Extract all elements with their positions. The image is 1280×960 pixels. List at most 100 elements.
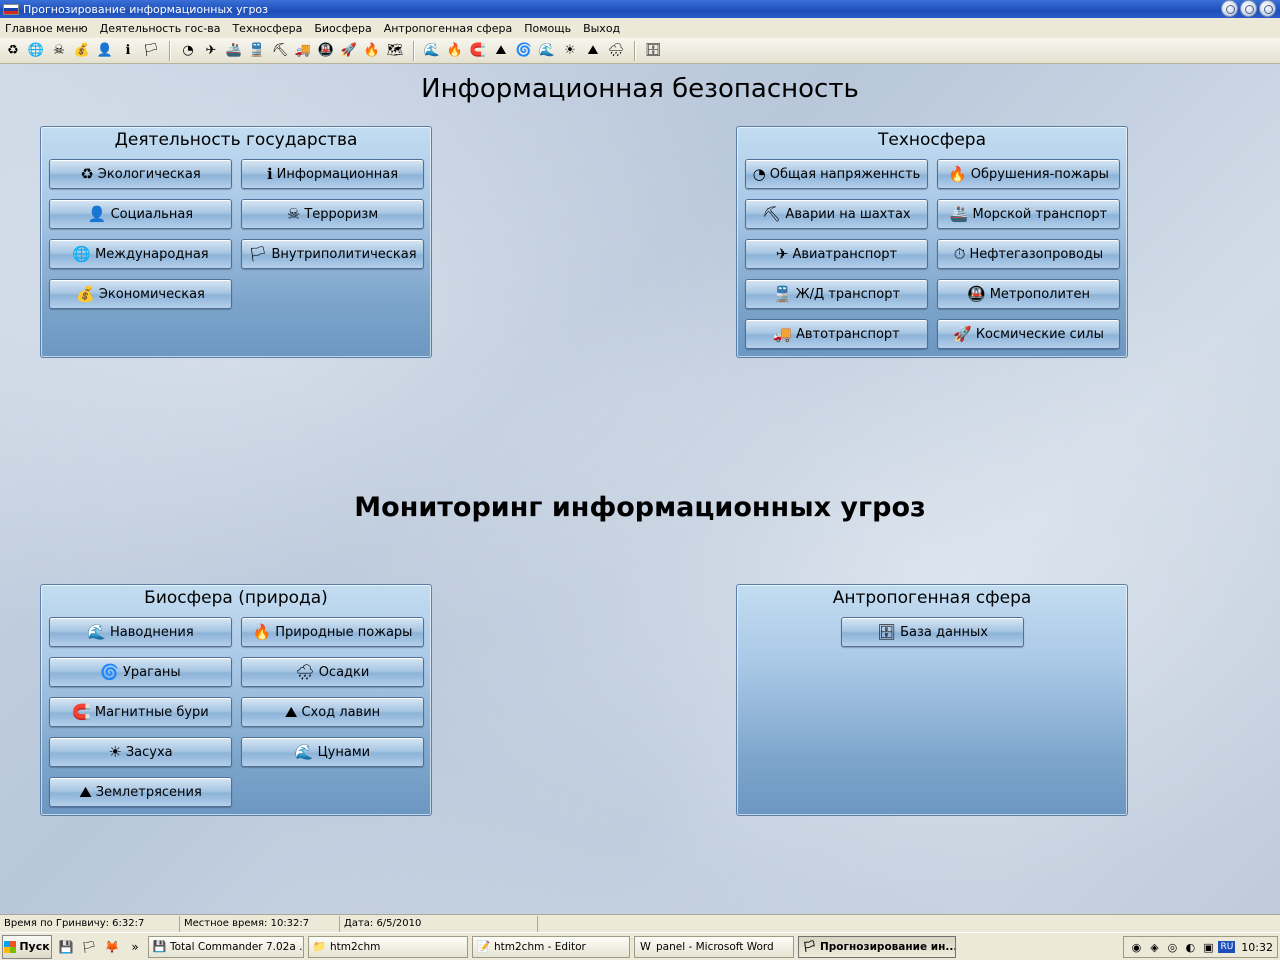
rocket-icon[interactable]: 🚀 xyxy=(339,41,359,61)
hurricane-icon[interactable]: 🌀 xyxy=(514,41,534,61)
informational-button[interactable]: ℹ Информационная xyxy=(241,159,424,189)
recycle-icon[interactable]: ♻ xyxy=(3,41,23,61)
mine-accidents-button[interactable]: ⛏ Аварии на шахтах xyxy=(745,199,928,229)
menu-exit[interactable]: Выход xyxy=(583,22,620,35)
hurricanes-button[interactable]: 🌀 Ураганы xyxy=(49,657,232,687)
terrorism-button[interactable]: ☠ Терроризм xyxy=(241,199,424,229)
volume-icon[interactable]: ◐ xyxy=(1182,939,1198,955)
monitor-icon[interactable]: ▣ xyxy=(1200,939,1216,955)
menu-biosphere[interactable]: Биосфера xyxy=(314,22,371,35)
person-icon[interactable]: 👤 xyxy=(95,41,115,61)
globe-icon[interactable]: 🌐 xyxy=(26,41,46,61)
sun-icon[interactable]: ☀ xyxy=(560,41,580,61)
button-label: Наводнения xyxy=(110,624,194,640)
language-indicator[interactable]: RU xyxy=(1218,941,1236,953)
magnetic-storms-button[interactable]: 🧲 Магнитные бури xyxy=(49,697,232,727)
tsunami-button[interactable]: 🌊 Цунами xyxy=(241,737,424,767)
flag-icon[interactable]: 🏳 xyxy=(80,938,98,956)
database-icon[interactable]: 🗄 xyxy=(643,41,663,61)
drought-button[interactable]: ☀ Засуха xyxy=(49,737,232,767)
precipitation-button[interactable]: 🌧 Осадки xyxy=(241,657,424,687)
floppy-icon[interactable]: 💾 xyxy=(57,938,75,956)
avalanches-button[interactable]: ⛰ Сход лавин xyxy=(241,697,424,727)
rail-transport-button[interactable]: 🚆 Ж/Д транспорт xyxy=(745,279,928,309)
rain-icon[interactable]: 🌧 xyxy=(606,41,626,61)
task-label: Total Commander 7.02a ... xyxy=(170,940,304,953)
chevron-right-icon[interactable]: » xyxy=(126,938,144,956)
task-forecast-app[interactable]: 🏳 Прогнозирование ин... xyxy=(798,935,956,958)
truck-icon[interactable]: 🚚 xyxy=(293,41,313,61)
magnet-icon[interactable]: 🧲 xyxy=(468,41,488,61)
database-button[interactable]: 🗄 База данных xyxy=(841,617,1024,647)
economic-button[interactable]: 💰 Экономическая xyxy=(49,279,232,309)
word-icon: W xyxy=(640,940,651,953)
task-word[interactable]: Wpanel - Microsoft Word xyxy=(634,935,794,958)
domestic-politics-button[interactable]: 🏳 Внутриполитическая xyxy=(241,239,424,269)
gauge-icon[interactable]: ◔ xyxy=(178,41,198,61)
clock: 10:32 xyxy=(1241,940,1273,954)
avalanche-icon: ⛰ xyxy=(284,702,298,721)
task-htm2chm[interactable]: 📁 htm2chm xyxy=(308,935,468,958)
ecological-button[interactable]: ♻ Экологическая xyxy=(49,159,232,189)
button-label: Внутриполитическая xyxy=(271,246,417,262)
train-icon[interactable]: 🚆 xyxy=(247,41,267,61)
social-button[interactable]: 👤 Социальная xyxy=(49,199,232,229)
forest-fire-icon: 🔥 xyxy=(252,622,272,641)
menu-anthropogenic[interactable]: Антропогенная сфера xyxy=(384,22,513,35)
gauge-icon: ◔ xyxy=(752,164,766,183)
map-icon[interactable]: 🗺 xyxy=(385,41,405,61)
space-forces-button[interactable]: 🚀 Космические силы xyxy=(937,319,1120,349)
flood-icon[interactable]: 🌊 xyxy=(422,41,442,61)
earthquakes-button[interactable]: ⛰ Землетрясения xyxy=(49,777,232,807)
terrorist-icon: ☠ xyxy=(286,204,301,223)
earthquake-icon[interactable]: ⛰ xyxy=(583,41,603,61)
hammer-icon[interactable]: ⛏ xyxy=(270,41,290,61)
button-label: Сход лавин xyxy=(301,704,381,720)
maximize-button[interactable] xyxy=(1240,0,1257,17)
minimize-button[interactable] xyxy=(1221,0,1238,17)
globe-icon: 🌐 xyxy=(72,244,92,263)
database-icon: 🗄 xyxy=(877,622,897,641)
ship-icon[interactable]: 🚢 xyxy=(224,41,244,61)
network-icon[interactable]: ◎ xyxy=(1164,939,1180,955)
info-icon[interactable]: ℹ xyxy=(118,41,138,61)
money-icon[interactable]: 💰 xyxy=(72,41,92,61)
close-button[interactable] xyxy=(1259,0,1276,17)
menu-help[interactable]: Помощь xyxy=(524,22,571,35)
international-button[interactable]: 🌐 Международная xyxy=(49,239,232,269)
road-transport-button[interactable]: 🚚 Автотранспорт xyxy=(745,319,928,349)
antivirus-icon[interactable]: ◉ xyxy=(1128,939,1144,955)
pipelines-button[interactable]: ⏱ Нефтегазопроводы xyxy=(937,239,1120,269)
clock-icon: ⏱ xyxy=(953,244,966,263)
flag-icon[interactable]: 🏳 xyxy=(141,41,161,61)
terrorist-icon[interactable]: ☠ xyxy=(49,41,69,61)
button-label: Нефтегазопроводы xyxy=(969,246,1104,262)
button-label: Авиатранспорт xyxy=(792,246,898,262)
metro-button[interactable]: 🚇 Метрополитен xyxy=(937,279,1120,309)
title-bar[interactable]: Прогнозирование информационных угроз xyxy=(0,0,1280,18)
avalanche-icon[interactable]: ⛰ xyxy=(491,41,511,61)
sun-icon: ☀ xyxy=(108,742,122,761)
sea-transport-button[interactable]: 🚢 Морской транспорт xyxy=(937,199,1120,229)
plane-icon[interactable]: ✈ xyxy=(201,41,221,61)
wildfires-button[interactable]: 🔥 Природные пожары xyxy=(241,617,424,647)
task-htm2chm-editor[interactable]: 📝 htm2chm - Editor xyxy=(472,935,630,958)
menu-main[interactable]: Главное меню xyxy=(5,22,88,35)
firefox-icon[interactable]: 🦊 xyxy=(103,938,121,956)
task-total-commander[interactable]: 💾 Total Commander 7.02a ... xyxy=(148,935,304,958)
acrobat-icon[interactable]: ◈ xyxy=(1146,939,1162,955)
menu-state-activity[interactable]: Деятельность гос-ва xyxy=(100,22,221,35)
floods-button[interactable]: 🌊 Наводнения xyxy=(49,617,232,647)
metro-icon[interactable]: 🚇 xyxy=(316,41,336,61)
fire-icon[interactable]: 🔥 xyxy=(362,41,382,61)
tsunami-icon[interactable]: 🌊 xyxy=(537,41,557,61)
flood-icon: 🌊 xyxy=(87,622,107,641)
general-tension-button[interactable]: ◔ Общая напряженнсть xyxy=(745,159,928,189)
menu-technosphere[interactable]: Техносфера xyxy=(232,22,302,35)
start-button[interactable]: Пуск xyxy=(2,934,52,959)
forest-fire-icon[interactable]: 🔥 xyxy=(445,41,465,61)
air-transport-button[interactable]: ✈ Авиатранспорт xyxy=(745,239,928,269)
collapse-fire-button[interactable]: 🔥 Обрушения-пожары xyxy=(937,159,1120,189)
taskbar: Пуск 💾 🏳 🦊 » 💾 Total Commander 7.02a ... … xyxy=(0,932,1280,960)
panel-title: Техносфера xyxy=(878,130,986,150)
